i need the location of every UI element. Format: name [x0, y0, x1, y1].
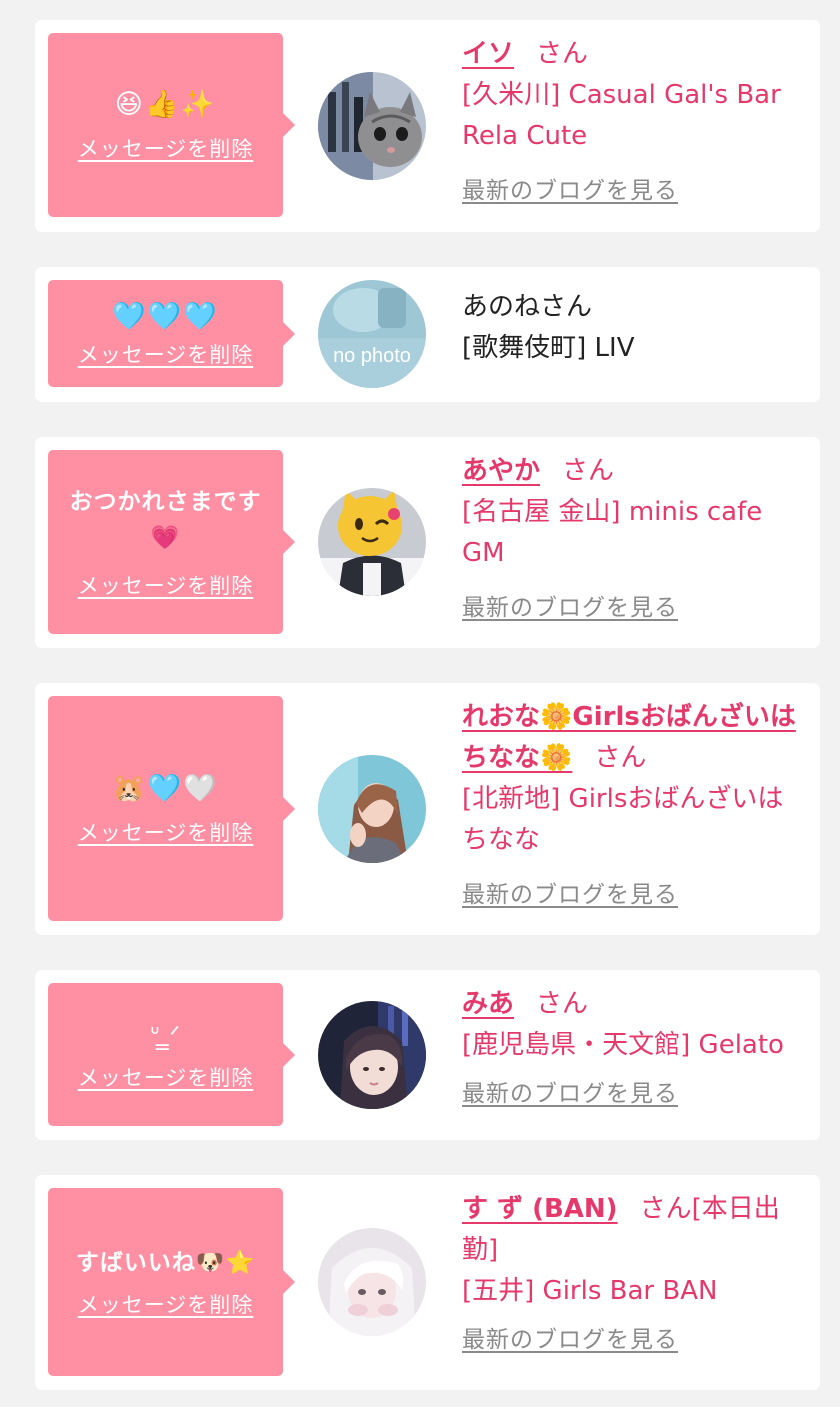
view-latest-blog-link[interactable]: 最新のブログを見る [462, 171, 678, 205]
cast-avatar[interactable] [318, 72, 426, 180]
message-bubble: 🐹🩵🤍 メッセージを削除 [48, 696, 295, 921]
cast-name-link[interactable]: あやか [462, 456, 540, 486]
honorific: さん [536, 39, 589, 69]
cast-info: イソ さん [久米川] Casual Gal's Bar Rela Cute 最新… [462, 34, 807, 205]
message-card: おつかれさまです💗 メッセージを削除 あやか さん [名古屋 金山] minis… [35, 437, 820, 648]
view-latest-blog-link[interactable]: 最新のブログを見る [462, 1320, 678, 1354]
delete-message-link[interactable]: メッセージを削除 [78, 339, 254, 369]
shop-name: [鹿児島県・天文館] Gelato [462, 1030, 784, 1060]
shop-name: [五井] Girls Bar BAN [462, 1276, 718, 1306]
honorific: さん [562, 456, 615, 486]
shop-name: [歌舞伎町] LIV [462, 333, 635, 363]
message-bubble: すばいいね🐶⭐ メッセージを削除 [48, 1188, 295, 1376]
cast-avatar[interactable] [318, 755, 426, 863]
cast-info: れおな🌼Girlsおばんざいはちなな🌼 さん [北新地] Girlsおばんざいはち… [462, 697, 807, 909]
cast-name-line: あのねさん [462, 287, 807, 328]
cast-name-line: す ず (BAN) さん[本日出勤] [462, 1189, 807, 1271]
message-bubble: おつかれさまです💗 メッセージを削除 [48, 450, 295, 634]
cast-name-link[interactable]: イソ [462, 39, 514, 69]
delete-message-link[interactable]: メッセージを削除 [78, 1062, 254, 1092]
cast-info: す ず (BAN) さん[本日出勤] [五井] Girls Bar BAN 最新の… [462, 1189, 807, 1354]
message-card: すばいいね🐶⭐ メッセージを削除 す ず (BAN) さん[本日出勤] [五井] … [35, 1175, 820, 1390]
cast-name-link[interactable]: みあ [462, 989, 514, 1019]
message-bubble: ᐡ ̳ᐟ メッセージを削除 [48, 983, 295, 1126]
message-text: すばいいね🐶⭐ [75, 1250, 256, 1276]
shop-name: [名古屋 金山] minis cafe GM [462, 497, 763, 568]
message-bubble: 🩵🩵🩵 メッセージを削除 [48, 280, 295, 387]
delete-message-link[interactable]: メッセージを削除 [78, 570, 254, 600]
cast-avatar[interactable]: no photo [318, 280, 426, 388]
cast-name-link[interactable]: す ず (BAN) [462, 1194, 618, 1224]
cast-info: あやか さん [名古屋 金山] minis cafe GM 最新のブログを見る [462, 451, 807, 622]
cast-name-line: れおな🌼Girlsおばんざいはちなな🌼 さん [462, 697, 807, 779]
honorific: さん [540, 292, 593, 322]
view-latest-blog-link[interactable]: 最新のブログを見る [462, 875, 678, 909]
shop-name: [北新地] Girlsおばんざいはちなな [462, 784, 784, 855]
cast-info: あのねさん [歌舞伎町] LIV [462, 287, 807, 369]
delete-message-link[interactable]: メッセージを削除 [78, 1289, 254, 1319]
cast-name-line: みあ さん [462, 984, 807, 1025]
view-latest-blog-link[interactable]: 最新のブログを見る [462, 588, 678, 622]
no-photo-label: no photo [333, 345, 411, 367]
message-text: 🐹🩵🤍 [112, 772, 219, 804]
message-text: 😆👍✨ [114, 89, 217, 120]
honorific: さん [594, 743, 647, 773]
message-text: ᐡ ̳ᐟ [149, 1020, 182, 1050]
message-list: 😆👍✨ メッセージを削除 イソ さん [久米川] Casual Gal's Ba… [0, 0, 840, 1407]
message-card: 🩵🩵🩵 メッセージを削除 no photo あのねさん [歌舞伎町] LIV [35, 267, 820, 402]
cast-avatar[interactable] [318, 488, 426, 596]
delete-message-link[interactable]: メッセージを削除 [78, 133, 254, 163]
view-latest-blog-link[interactable]: 最新のブログを見る [462, 1074, 678, 1108]
message-card: 😆👍✨ メッセージを削除 イソ さん [久米川] Casual Gal's Ba… [35, 20, 820, 232]
delete-message-link[interactable]: メッセージを削除 [78, 817, 254, 847]
honorific: さん [536, 989, 589, 1019]
cast-avatar[interactable] [318, 1228, 426, 1336]
cast-name-line: あやか さん [462, 451, 807, 492]
cast-name: あのね [462, 292, 541, 322]
message-text: 🩵🩵🩵 [112, 300, 219, 332]
message-text: おつかれさまです💗 [69, 489, 262, 551]
message-card: ᐡ ̳ᐟ メッセージを削除 みあ さん [鹿児島県・天文館] Gelato 最新… [35, 970, 820, 1140]
message-bubble: 😆👍✨ メッセージを削除 [48, 33, 295, 217]
cast-info: みあ さん [鹿児島県・天文館] Gelato 最新のブログを見る [462, 984, 807, 1108]
cast-name-line: イソ さん [462, 34, 807, 75]
cast-avatar[interactable] [318, 1001, 426, 1109]
message-card: 🐹🩵🤍 メッセージを削除 れおな🌼Girlsおばんざいはちなな🌼 さん [北新地]… [35, 683, 820, 935]
shop-name: [久米川] Casual Gal's Bar Rela Cute [462, 80, 781, 151]
